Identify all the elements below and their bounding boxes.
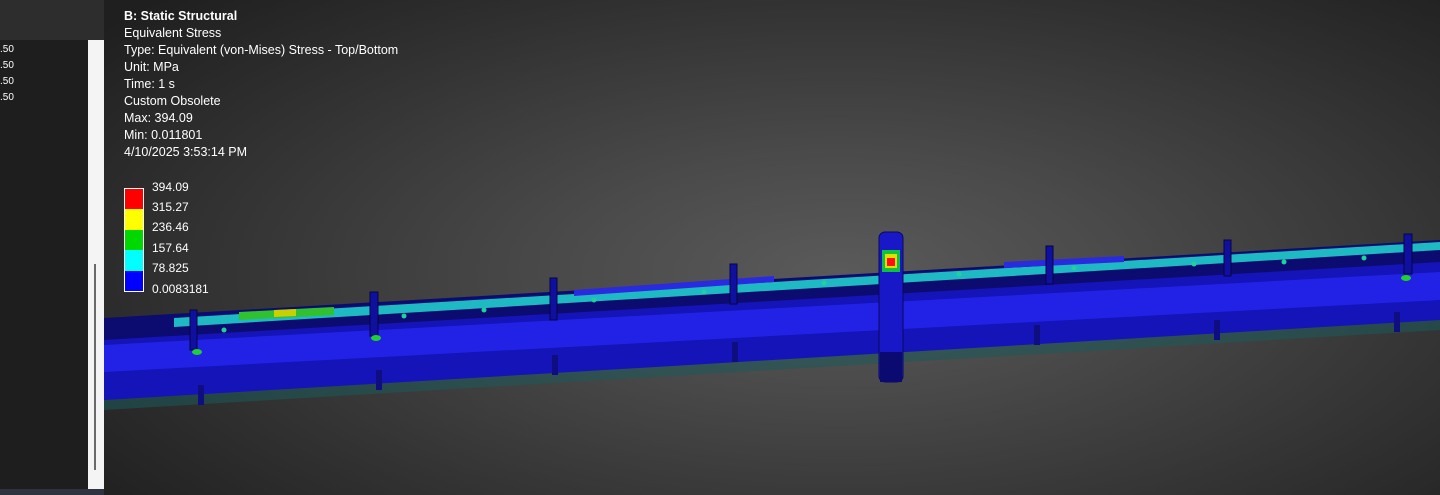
details-value: .50 <box>0 44 14 55</box>
lower-stiffener <box>198 385 204 405</box>
result-time: Time: 1 s <box>124 77 175 91</box>
stiffener <box>1403 233 1413 275</box>
stiffener <box>729 263 738 305</box>
clamp-red-hotspot <box>887 258 895 266</box>
details-header <box>0 0 104 40</box>
legend-band-cyan <box>125 250 143 271</box>
legend-band-red <box>125 189 143 210</box>
graphics-viewport[interactable]: B: Static Structural Equivalent Stress T… <box>104 0 1440 495</box>
details-values: .50 .50 .50 .50 <box>0 42 88 106</box>
lower-stiffener <box>552 355 558 375</box>
legend-label: 157.64 <box>152 241 189 255</box>
stiffener <box>189 309 198 351</box>
stiffener <box>1045 245 1054 285</box>
details-value: .50 <box>0 76 14 87</box>
analysis-title: B: Static Structural <box>124 9 238 23</box>
result-info: B: Static Structural Equivalent Stress T… <box>124 8 398 161</box>
legend-band-green <box>125 229 143 251</box>
result-type: Type: Equivalent (von-Mises) Stress - To… <box>124 43 399 57</box>
result-max: Max: 394.09 <box>124 111 193 125</box>
stiffener <box>549 277 558 321</box>
legend-band-yellow <box>125 209 143 230</box>
legend-label: 315.27 <box>152 200 189 214</box>
clamp-lower <box>880 352 902 382</box>
panel-bottom-strip <box>0 489 104 495</box>
legend-label: 236.46 <box>152 220 189 234</box>
result-unit: Unit: MPa <box>124 60 179 74</box>
scrollbar-thumb[interactable] <box>94 264 96 470</box>
lower-stiffener <box>1394 312 1400 332</box>
stiffener <box>1223 239 1232 277</box>
result-name: Equivalent Stress <box>124 26 222 40</box>
legend-label: 0.0083181 <box>152 282 209 296</box>
stiffener <box>369 291 379 337</box>
result-min: Min: 0.011801 <box>124 128 203 142</box>
lower-stiffener <box>376 370 382 390</box>
legend-color-bar <box>124 188 144 292</box>
details-panel: .50 .50 .50 .50 <box>0 0 104 495</box>
flange-yellow-zone <box>274 309 296 317</box>
details-value: .50 <box>0 60 14 71</box>
flange-green-zone <box>314 307 334 316</box>
lower-stiffener <box>732 342 738 362</box>
details-scrollbar[interactable] <box>88 40 104 489</box>
result-timestamp: 4/10/2025 3:53:14 PM <box>124 145 248 159</box>
result-custom: Custom Obsolete <box>124 94 221 108</box>
details-value: .50 <box>0 92 14 103</box>
legend-label: 394.09 <box>152 180 189 194</box>
legend-label: 78.825 <box>152 261 189 275</box>
lower-stiffener <box>1214 320 1220 340</box>
legend-band-blue <box>125 270 143 291</box>
lower-stiffener <box>1034 325 1040 345</box>
